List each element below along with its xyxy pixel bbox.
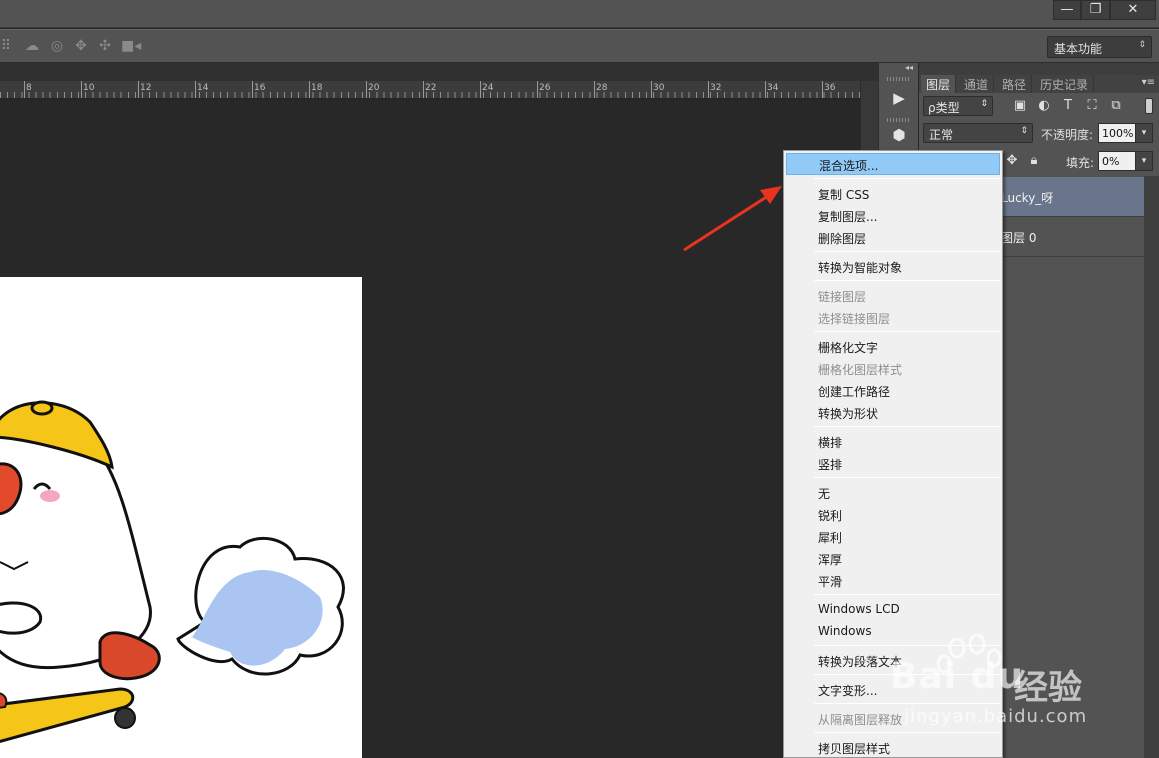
annotation-arrow <box>683 186 782 252</box>
